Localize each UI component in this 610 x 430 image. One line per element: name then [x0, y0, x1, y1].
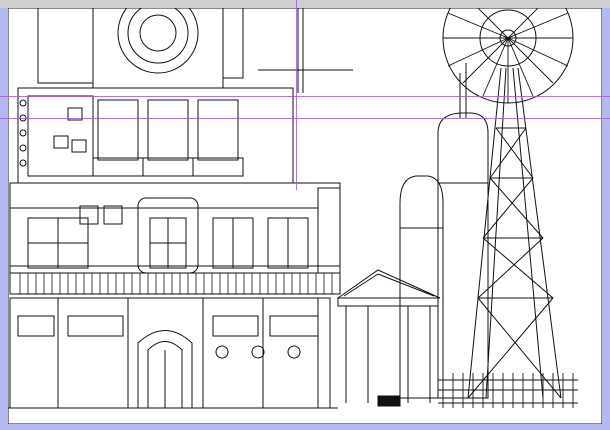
drawing-canvas[interactable]	[8, 8, 602, 424]
ruler-guide-horizontal[interactable]	[0, 118, 610, 119]
ruler-guide-horizontal[interactable]	[0, 96, 610, 97]
toolbar-strip	[0, 0, 610, 8]
ruler-guide-vertical[interactable]	[296, 0, 297, 190]
